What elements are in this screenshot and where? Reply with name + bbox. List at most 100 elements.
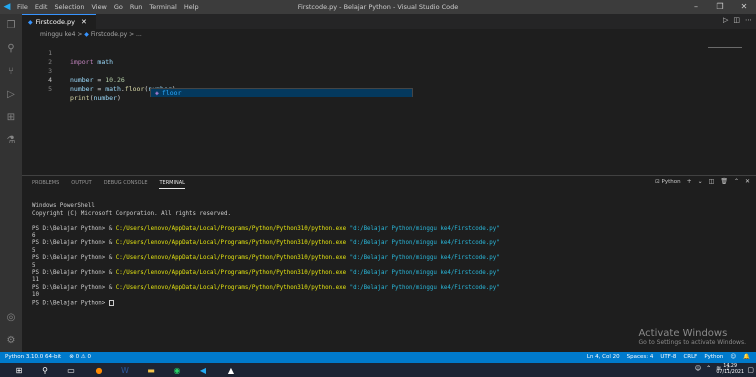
terminal-blank <box>32 218 732 225</box>
breadcrumb-tail[interactable]: ... <box>136 31 142 38</box>
method-icon: ◈ <box>155 89 159 97</box>
vscode-taskbar-icon[interactable]: ◀ <box>192 363 214 377</box>
menu-terminal[interactable]: Terminal <box>149 3 176 11</box>
terminal-script-path: "d:/Belajar Python/minggu ke4/Firstcode.… <box>349 270 500 277</box>
bell-icon[interactable]: 🔔 <box>743 352 750 363</box>
maximize-icon[interactable]: ❐ <box>708 0 732 14</box>
chevron-up-icon[interactable]: ⌃ <box>706 365 711 372</box>
run-file-icon[interactable]: ▷ <box>723 16 728 24</box>
clock[interactable]: 14.29 07/11/2021 <box>716 364 744 376</box>
indentation[interactable]: Spaces: 4 <box>627 352 654 363</box>
split-editor-icon[interactable]: ◫ <box>733 16 740 24</box>
trash-icon[interactable]: 🗑 <box>720 178 728 185</box>
window-controls: – ❐ ✕ <box>684 0 756 14</box>
terminal-line: Copyright (C) Microsoft Corporation. All… <box>32 210 231 217</box>
encoding[interactable]: UTF-8 <box>660 352 676 363</box>
run-debug-icon[interactable]: ▷ <box>0 83 22 106</box>
tab-debug-console[interactable]: DEBUG CONSOLE <box>104 180 148 189</box>
code-token: import <box>70 58 94 66</box>
feedback-icon[interactable]: ☺ <box>730 352 736 363</box>
language-mode[interactable]: Python <box>704 352 723 363</box>
terminal-exe-path: C:/Users/lenovo/AppData/Local/Programs/P… <box>115 225 347 232</box>
minimap-line <box>708 47 742 48</box>
status-bar: Python 3.10.0 64-bit ⊗ 0 ⚠ 0 Ln 4, Col 2… <box>0 352 756 363</box>
code-token: floor <box>124 85 145 93</box>
code-editor[interactable]: minggu ke4 > ◆ Firstcode.py > ... 1 impo… <box>22 29 756 175</box>
code-token: number <box>93 94 117 102</box>
terminal-script-path: "d:/Belajar Python/minggu ke4/Firstcode.… <box>349 225 500 232</box>
cursor-position[interactable]: Ln 4, Col 20 <box>587 352 620 363</box>
windows-start-icon[interactable]: ⊞ <box>8 363 30 377</box>
terminal-cursor <box>108 299 114 306</box>
terminal-result: 10 <box>32 292 39 299</box>
terminal-prompt: PS D:\Belajar Python> <box>32 300 109 307</box>
tab-terminal[interactable]: TERMINAL <box>159 180 185 189</box>
explorer-icon[interactable]: ❐ <box>0 14 22 37</box>
testing-icon[interactable]: ⚗ <box>0 129 22 152</box>
terminal-selector[interactable]: ⊡ Python <box>655 179 680 185</box>
code-token: math <box>97 58 114 66</box>
python-interpreter[interactable]: Python 3.10.0 64-bit <box>5 352 61 363</box>
chevron-down-icon[interactable]: ⌄ <box>698 178 703 185</box>
search-icon[interactable]: ⚲ <box>0 37 22 60</box>
activate-windows-watermark: Activate Windows Go to Settings to activ… <box>639 328 746 346</box>
line-ending[interactable]: CRLF <box>683 352 697 363</box>
task-view-icon[interactable]: ▭ <box>60 363 82 377</box>
new-terminal-icon[interactable]: + <box>687 178 692 185</box>
file-explorer-icon[interactable]: ▬ <box>140 363 162 377</box>
menu-help[interactable]: Help <box>184 3 199 11</box>
more-actions-icon[interactable]: ⋯ <box>745 16 752 24</box>
tab-problems[interactable]: PROBLEMS <box>32 180 59 189</box>
whatsapp-icon[interactable]: ◉ <box>166 363 188 377</box>
breadcrumb-file[interactable]: Firstcode.py <box>91 31 127 38</box>
code-token: number <box>70 76 94 84</box>
code-line: 5 print(number) <box>22 76 121 102</box>
terminal-result: 6 <box>32 233 36 240</box>
code-line: 1 import math <box>22 40 113 66</box>
firefox-icon[interactable]: ● <box>88 363 110 377</box>
autocomplete-item[interactable]: ◈ floor <box>151 89 412 97</box>
watermark-subtitle: Go to Settings to activate Windows. <box>638 339 746 346</box>
source-control-icon[interactable]: ⑂ <box>0 60 22 83</box>
settings-gear-icon[interactable]: ⚙ <box>0 329 22 352</box>
menu-selection[interactable]: Selection <box>54 3 84 11</box>
activity-bar: ❐ ⚲ ⑂ ▷ ⊞ ⚗ ◎ ⚙ <box>0 14 22 352</box>
chevron-up-icon[interactable]: ⌃ <box>734 178 739 185</box>
terminal-command: PS D:\Belajar Python> & C:/Users/lenovo/… <box>32 285 732 292</box>
terminal-command: PS D:\Belajar Python> & C:/Users/lenovo/… <box>32 240 732 247</box>
people-icon[interactable]: ☺ <box>695 365 701 372</box>
close-tab-icon[interactable]: ✕ <box>81 18 87 26</box>
problems-count[interactable]: ⊗ 0 ⚠ 0 <box>69 352 91 363</box>
menu-file[interactable]: File <box>17 3 28 11</box>
menu-go[interactable]: Go <box>114 3 123 11</box>
minimap[interactable] <box>708 47 742 61</box>
close-icon[interactable]: ✕ <box>732 0 756 14</box>
minimize-icon[interactable]: – <box>684 0 708 14</box>
clock-date: 07/11/2021 <box>716 370 744 375</box>
editor-actions: ▷ ◫ ⋯ <box>723 16 752 24</box>
terminal-output[interactable]: Windows PowerShell Copyright (C) Microsof… <box>32 196 732 322</box>
menu-view[interactable]: View <box>91 3 106 11</box>
notification-icon[interactable]: ▢ <box>747 366 754 374</box>
terminal-prompt: PS D:\Belajar Python> & <box>32 240 116 247</box>
tab-firstcode[interactable]: ◆ Firstcode.py ✕ <box>22 14 96 29</box>
tab-output[interactable]: OUTPUT <box>71 180 91 189</box>
account-icon[interactable]: ◎ <box>0 306 22 329</box>
terminal-script-path: "d:/Belajar Python/minggu ke4/Firstcode.… <box>349 255 500 262</box>
extensions-icon[interactable]: ⊞ <box>0 106 22 129</box>
python-file-icon: ◆ <box>84 31 89 38</box>
terminal-command: PS D:\Belajar Python> & C:/Users/lenovo/… <box>32 270 732 277</box>
menu-run[interactable]: Run <box>130 3 142 11</box>
panel-tabs: PROBLEMS OUTPUT DEBUG CONSOLE TERMINAL <box>32 180 185 189</box>
photos-icon[interactable]: ▲ <box>220 363 242 377</box>
bottom-panel: PROBLEMS OUTPUT DEBUG CONSOLE TERMINAL ⊡… <box>22 175 756 352</box>
close-panel-icon[interactable]: ✕ <box>745 178 750 185</box>
python-file-icon: ◆ <box>28 18 33 26</box>
breadcrumb-folder[interactable]: minggu ke4 <box>40 31 75 38</box>
watermark-title: Activate Windows <box>638 328 728 339</box>
search-icon[interactable]: ⚲ <box>34 363 56 377</box>
split-terminal-icon[interactable]: ◫ <box>709 178 715 185</box>
menu-edit[interactable]: Edit <box>35 3 48 11</box>
word-icon[interactable]: W <box>114 363 136 377</box>
tab-label: Firstcode.py <box>35 18 76 26</box>
